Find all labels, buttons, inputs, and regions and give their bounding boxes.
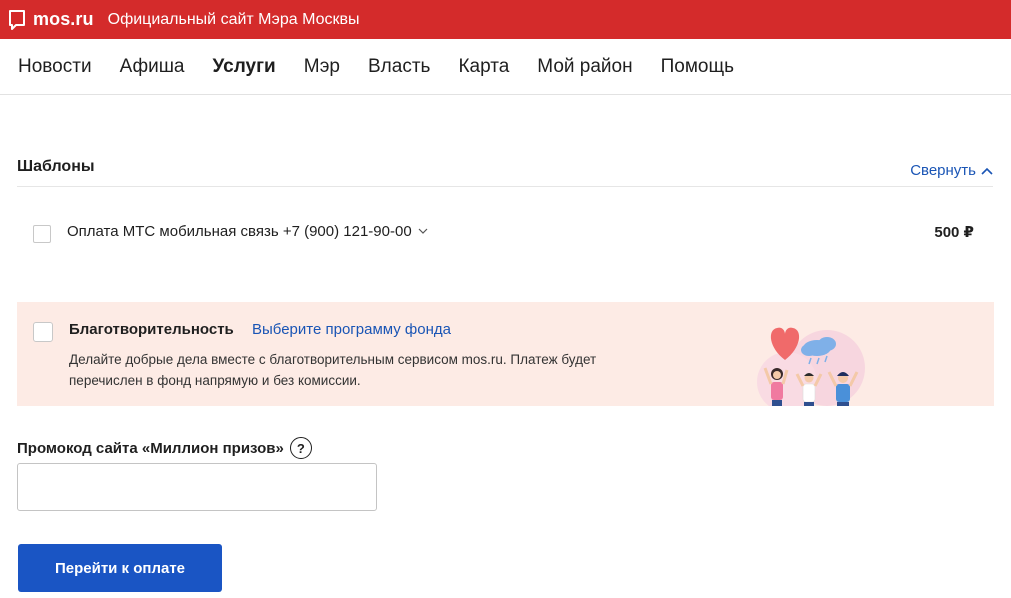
nav-item-my-district[interactable]: Мой район <box>537 56 632 78</box>
promo-code-input[interactable] <box>17 463 377 511</box>
templates-header: Шаблоны Свернуть <box>17 150 993 187</box>
collapse-label: Свернуть <box>910 162 976 179</box>
mos-logo-icon <box>9 9 25 30</box>
template-label-dropdown[interactable]: Оплата МТС мобильная связь +7 (900) 121-… <box>67 223 428 240</box>
charity-title: Благотворительность <box>69 321 234 338</box>
promo-label: Промокод сайта «Миллион призов» ? <box>17 437 312 459</box>
nav-item-afisha[interactable]: Афиша <box>120 56 185 78</box>
nav-item-services[interactable]: Услуги <box>213 56 276 78</box>
nav-item-map[interactable]: Карта <box>458 56 509 78</box>
template-amount: 500 ₽ <box>934 224 974 241</box>
charity-checkbox[interactable] <box>33 322 53 342</box>
help-icon[interactable]: ? <box>289 437 312 459</box>
template-row: Оплата МТС мобильная связь +7 (900) 121-… <box>17 210 993 256</box>
nav-item-mayor[interactable]: Мэр <box>304 56 340 78</box>
proceed-to-payment-button[interactable]: Перейти к оплате <box>18 544 222 592</box>
site-title: Официальный сайт Мэра Москвы <box>107 10 360 28</box>
promo-label-text: Промокод сайта «Миллион призов» <box>17 439 284 457</box>
nav-item-news[interactable]: Новости <box>18 56 92 78</box>
chevron-down-icon <box>418 228 428 234</box>
choose-fund-link[interactable]: Выберите программу фонда <box>252 321 451 338</box>
logo-text: mos.ru <box>33 9 94 29</box>
main-nav: Новости Афиша Услуги Мэр Власть Карта Мо… <box>0 39 1011 95</box>
charity-description: Делайте добрые дела вместе с благотворит… <box>69 352 597 388</box>
logo-link[interactable]: mos.ru <box>8 9 94 31</box>
charity-block: Благотворительность Выберите программу ф… <box>17 302 994 406</box>
templates-title: Шаблоны <box>17 158 95 175</box>
collapse-button[interactable]: Свернуть <box>910 162 993 179</box>
template-checkbox[interactable] <box>33 225 51 243</box>
nav-item-government[interactable]: Власть <box>368 56 430 78</box>
top-header: mos.ru Официальный сайт Мэра Москвы <box>0 0 1011 39</box>
charity-illustration <box>757 327 865 406</box>
template-label: Оплата МТС мобильная связь +7 (900) 121-… <box>67 223 412 240</box>
chevron-up-icon <box>981 167 993 175</box>
nav-item-help[interactable]: Помощь <box>661 56 734 78</box>
